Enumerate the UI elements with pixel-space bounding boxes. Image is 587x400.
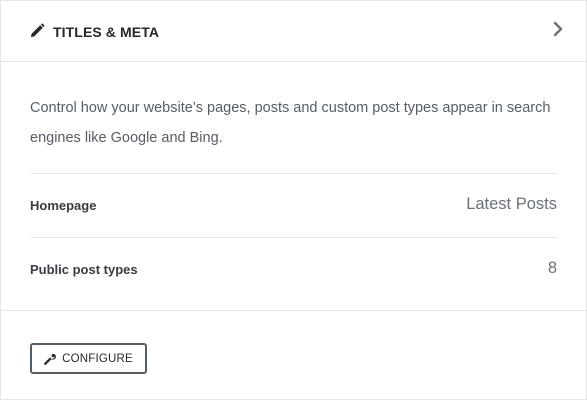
divider [30,173,557,174]
card-body: Control how your website’s pages, posts … [30,63,557,277]
setting-label: Homepage [30,198,97,213]
wrench-icon [44,353,56,365]
configure-button[interactable]: CONFIGURE [30,343,147,374]
card-title: TITLES & META [53,24,160,40]
pencil-icon [29,23,45,39]
setting-label: Public post types [30,262,138,277]
card-footer: CONFIGURE [1,310,586,399]
setting-value: 8 [547,259,557,277]
card-description: Control how your website’s pages, posts … [30,100,551,146]
chevron-right-icon[interactable] [552,21,564,37]
card-header[interactable]: TITLES & META [1,1,586,62]
titles-meta-card: TITLES & META Control how your website’s… [0,0,587,400]
setting-row-homepage: Homepage Latest Posts [30,195,557,215]
setting-row-public-post-types: Public post types 8 [30,259,557,279]
configure-label: CONFIGURE [62,352,133,365]
divider [30,237,557,238]
setting-value: Latest Posts [466,195,557,213]
